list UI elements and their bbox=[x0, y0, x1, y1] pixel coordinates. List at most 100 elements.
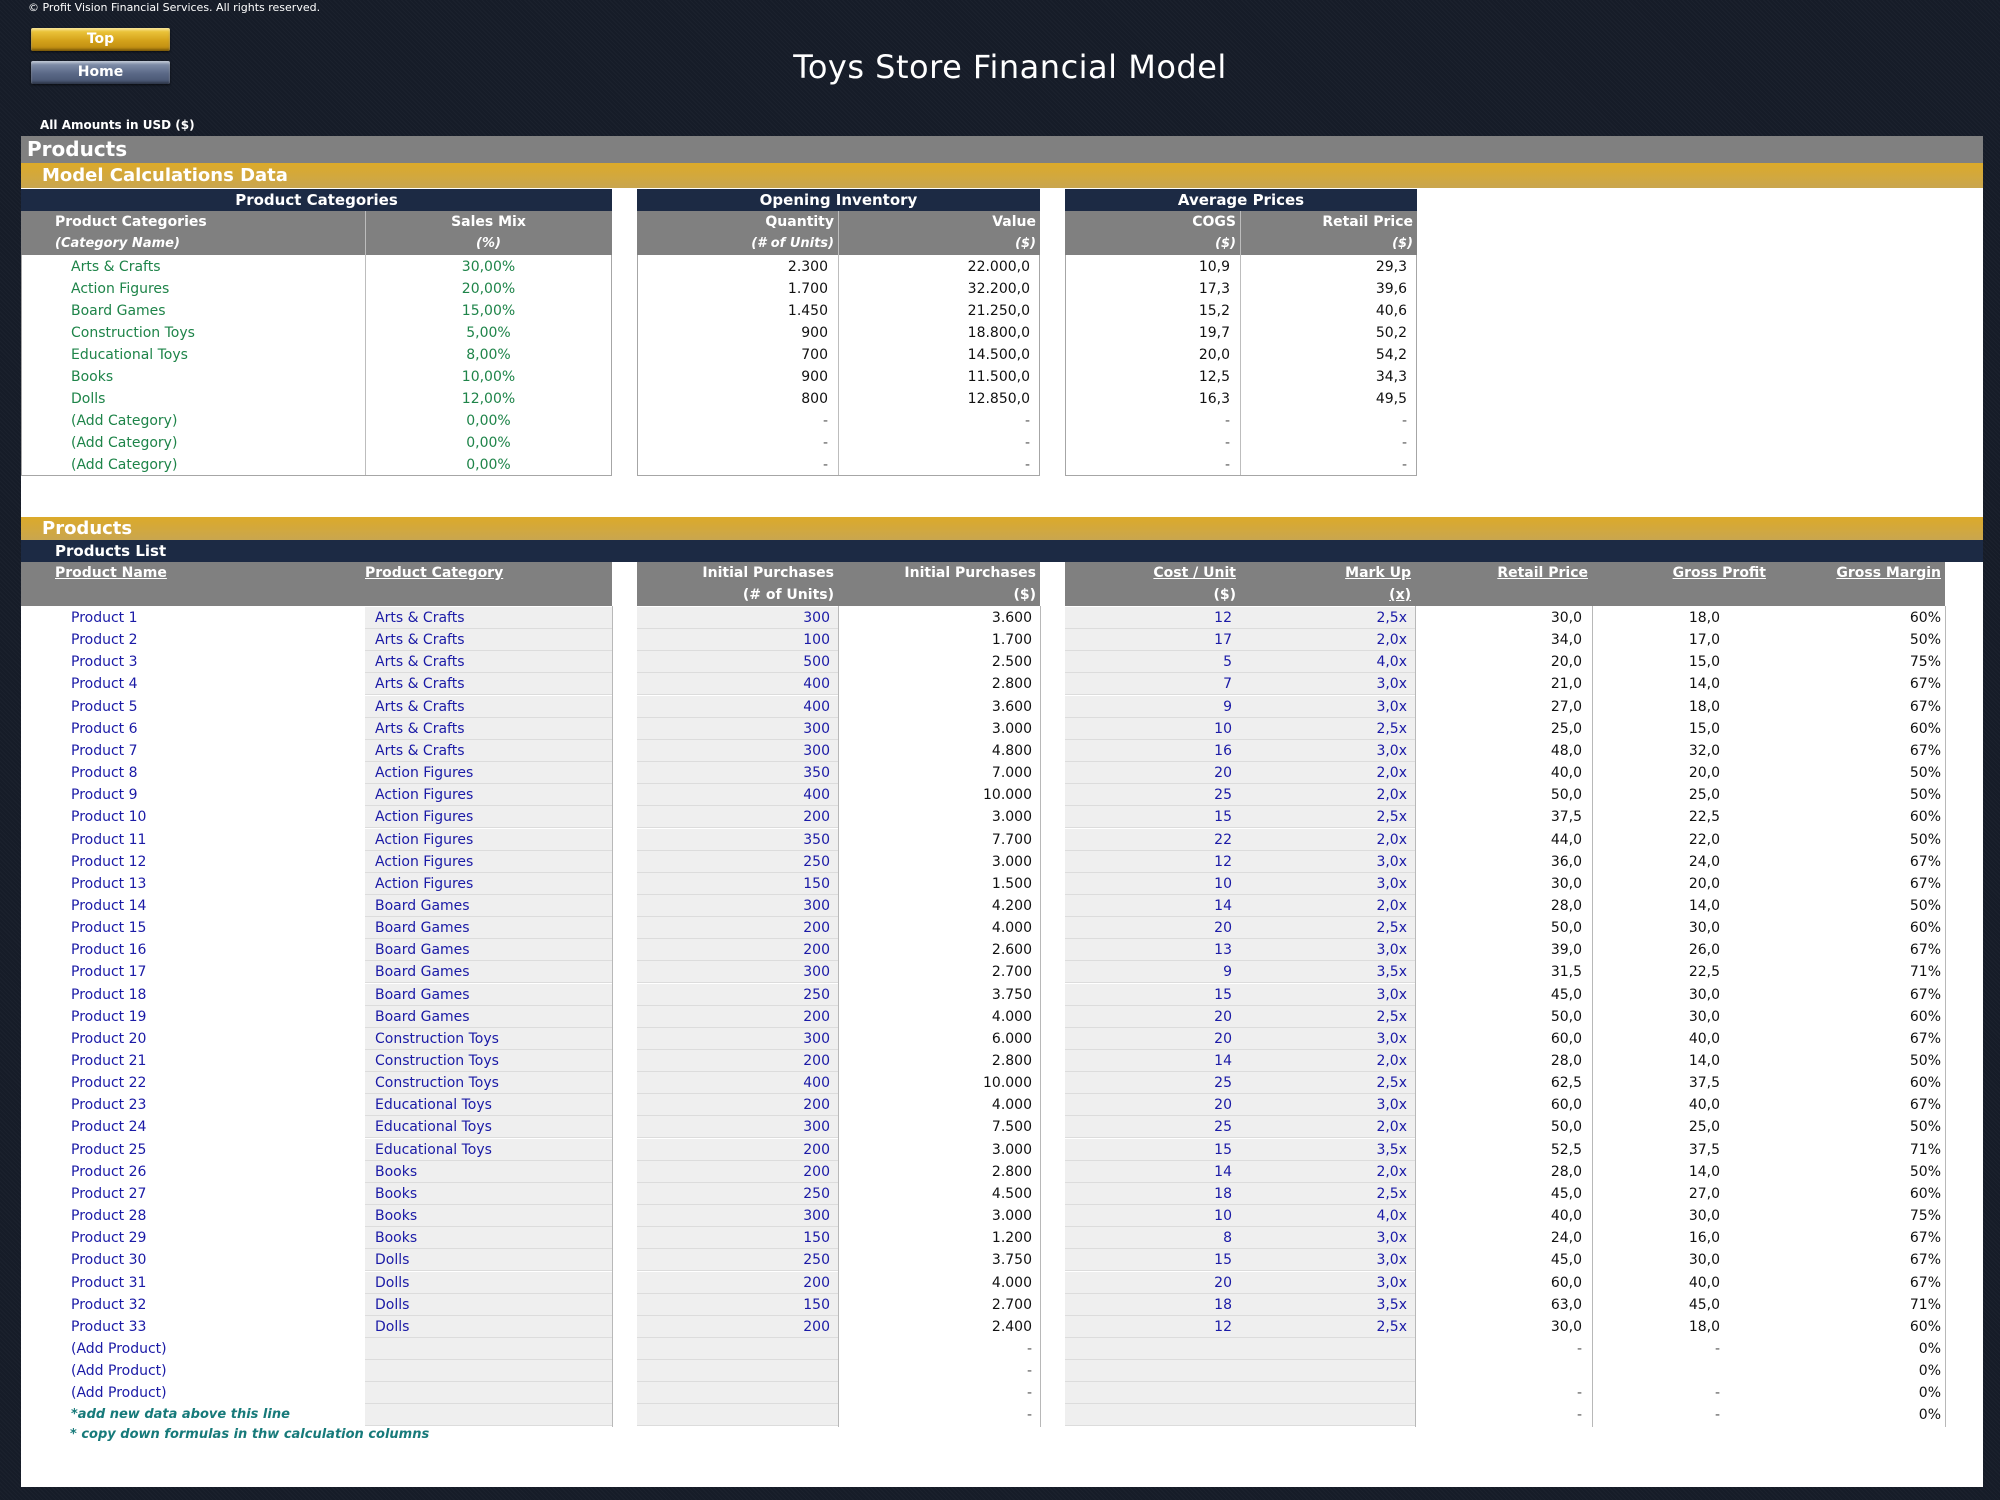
product-category-cell[interactable]: Board Games bbox=[365, 939, 612, 962]
initial-value-header[interactable]: Initial Purchases bbox=[838, 562, 1040, 584]
initial-units-cell[interactable]: 300 bbox=[637, 1116, 838, 1139]
opening-inventory-value-cell[interactable]: 11.500,0 bbox=[838, 366, 1040, 388]
average-prices-cogs-cell[interactable]: - bbox=[1065, 432, 1240, 454]
categories-name-cell[interactable]: (Add Category) bbox=[21, 432, 365, 454]
cost-per-unit-cell[interactable]: 20 bbox=[1065, 1027, 1240, 1050]
product-category-cell[interactable]: Books bbox=[365, 1182, 612, 1205]
initial-units-cell[interactable]: 200 bbox=[637, 1094, 838, 1117]
cost-per-unit-cell[interactable]: 16 bbox=[1065, 739, 1240, 762]
markup-cell[interactable]: 2,0x bbox=[1240, 828, 1415, 851]
categories-name-cell[interactable]: Action Figures bbox=[21, 278, 365, 300]
cost-per-unit-cell[interactable]: 20 bbox=[1065, 1271, 1240, 1294]
top-button[interactable]: Top bbox=[31, 28, 170, 51]
average-prices-cogs-cell[interactable]: 19,7 bbox=[1065, 322, 1240, 344]
product-name-cell[interactable]: (Add Product) bbox=[21, 1360, 365, 1382]
product-category-cell[interactable]: Action Figures bbox=[365, 872, 612, 895]
product-category-cell[interactable]: Books bbox=[365, 1160, 612, 1183]
average-prices-retail-cell[interactable]: 39,6 bbox=[1240, 278, 1417, 300]
product-name-cell[interactable]: Product 21 bbox=[21, 1050, 365, 1072]
product-name-cell[interactable]: Product 5 bbox=[21, 696, 365, 718]
product-category-cell[interactable]: Arts & Crafts bbox=[365, 695, 612, 718]
product-name-cell[interactable]: Product 33 bbox=[21, 1316, 365, 1338]
initial-units-cell[interactable]: 200 bbox=[637, 939, 838, 962]
cost-per-unit-cell[interactable]: 25 bbox=[1065, 1116, 1240, 1139]
initial-units-cell[interactable]: 300 bbox=[637, 717, 838, 740]
product-name-cell[interactable]: Product 4 bbox=[21, 673, 365, 695]
product-category-cell[interactable]: Books bbox=[365, 1227, 612, 1250]
markup-cell[interactable]: 3,0x bbox=[1240, 1249, 1415, 1272]
markup-cell[interactable]: 2,0x bbox=[1240, 629, 1415, 652]
initial-units-cell[interactable]: 200 bbox=[637, 917, 838, 940]
initial-units-cell[interactable] bbox=[637, 1337, 838, 1360]
average-prices-retail-cell[interactable]: - bbox=[1240, 432, 1417, 454]
cost-per-unit-cell[interactable]: 20 bbox=[1065, 1005, 1240, 1028]
average-prices-retail-cell[interactable]: 54,2 bbox=[1240, 344, 1417, 366]
cost-per-unit-cell[interactable]: 18 bbox=[1065, 1293, 1240, 1316]
product-name-cell[interactable]: Product 8 bbox=[21, 762, 365, 784]
cost-per-unit-cell[interactable]: 9 bbox=[1065, 961, 1240, 984]
cost-per-unit-cell[interactable]: 14 bbox=[1065, 1050, 1240, 1072]
initial-units-cell[interactable]: 200 bbox=[637, 1050, 838, 1072]
product-category-cell[interactable]: Board Games bbox=[365, 917, 612, 940]
opening-inventory-qty-cell[interactable]: 700 bbox=[637, 344, 838, 366]
retail-price-header[interactable]: Retail Price bbox=[1415, 562, 1592, 584]
markup-cell[interactable]: 2,5x bbox=[1240, 607, 1415, 629]
cost-per-unit-cell[interactable]: 20 bbox=[1065, 762, 1240, 785]
categories-mix-cell[interactable]: 15,00% bbox=[365, 300, 612, 322]
product-category-cell[interactable]: Arts & Crafts bbox=[365, 739, 612, 762]
cost-per-unit-cell[interactable]: 10 bbox=[1065, 1205, 1240, 1228]
product-category-cell[interactable] bbox=[365, 1382, 612, 1405]
markup-cell[interactable] bbox=[1240, 1337, 1415, 1360]
product-name-cell[interactable]: Product 14 bbox=[21, 895, 365, 917]
markup-cell[interactable]: 2,5x bbox=[1240, 917, 1415, 940]
opening-inventory-qty-cell[interactable]: - bbox=[637, 410, 838, 432]
categories-name-cell[interactable]: Construction Toys bbox=[21, 322, 365, 344]
markup-cell[interactable]: 2,0x bbox=[1240, 784, 1415, 807]
opening-inventory-qty-cell[interactable]: 900 bbox=[637, 322, 838, 344]
product-name-cell[interactable]: Product 27 bbox=[21, 1183, 365, 1205]
opening-inventory-qty-cell[interactable]: 1.450 bbox=[637, 300, 838, 322]
initial-units-cell[interactable]: 150 bbox=[637, 1227, 838, 1250]
opening-inventory-qty-cell[interactable]: 1.700 bbox=[637, 278, 838, 300]
initial-units-cell[interactable]: 500 bbox=[637, 651, 838, 674]
product-category-cell[interactable]: Construction Toys bbox=[365, 1027, 612, 1050]
markup-cell[interactable]: 2,0x bbox=[1240, 1050, 1415, 1072]
average-prices-cogs-cell[interactable]: 16,3 bbox=[1065, 388, 1240, 410]
initial-units-cell[interactable]: 250 bbox=[637, 1182, 838, 1205]
product-name-cell[interactable]: Product 29 bbox=[21, 1227, 365, 1249]
cost-per-unit-cell[interactable] bbox=[1065, 1360, 1240, 1383]
initial-units-cell[interactable]: 300 bbox=[637, 1027, 838, 1050]
initial-units-cell[interactable]: 200 bbox=[637, 1005, 838, 1028]
product-category-cell[interactable]: Arts & Crafts bbox=[365, 629, 612, 652]
markup-cell[interactable]: 3,0x bbox=[1240, 850, 1415, 873]
cost-per-unit-cell[interactable]: 10 bbox=[1065, 717, 1240, 740]
cost-per-unit-cell[interactable]: 7 bbox=[1065, 673, 1240, 696]
product-name-cell[interactable]: Product 15 bbox=[21, 917, 365, 939]
product-category-cell[interactable] bbox=[365, 1360, 612, 1383]
opening-inventory-value-cell[interactable]: 18.800,0 bbox=[838, 322, 1040, 344]
markup-cell[interactable]: 3,0x bbox=[1240, 673, 1415, 696]
categories-name-cell[interactable]: (Add Category) bbox=[21, 454, 365, 476]
product-name-header[interactable]: Product Name bbox=[21, 562, 365, 584]
product-name-cell[interactable]: Product 12 bbox=[21, 851, 365, 873]
opening-inventory-value-cell[interactable]: 14.500,0 bbox=[838, 344, 1040, 366]
initial-units-cell[interactable]: 400 bbox=[637, 784, 838, 807]
categories-name-cell[interactable]: Educational Toys bbox=[21, 344, 365, 366]
markup-cell[interactable]: 2,5x bbox=[1240, 1315, 1415, 1338]
product-name-cell[interactable]: Product 31 bbox=[21, 1272, 365, 1294]
product-name-cell[interactable]: Product 19 bbox=[21, 1006, 365, 1028]
markup-cell[interactable]: 2,5x bbox=[1240, 1182, 1415, 1205]
average-prices-cogs-cell[interactable]: - bbox=[1065, 454, 1240, 476]
cost-per-unit-cell[interactable]: 12 bbox=[1065, 607, 1240, 629]
cost-per-unit-cell[interactable]: 14 bbox=[1065, 894, 1240, 917]
markup-cell[interactable]: 3,0x bbox=[1240, 1227, 1415, 1250]
average-prices-retail-cell[interactable]: 40,6 bbox=[1240, 300, 1417, 322]
cost-per-unit-cell[interactable]: 12 bbox=[1065, 1315, 1240, 1338]
cost-per-unit-cell[interactable]: 15 bbox=[1065, 1249, 1240, 1272]
average-prices-retail-cell[interactable]: - bbox=[1240, 454, 1417, 476]
product-category-cell[interactable]: Construction Toys bbox=[365, 1072, 612, 1095]
cost-per-unit-cell[interactable]: 9 bbox=[1065, 695, 1240, 718]
gross-margin-header[interactable]: Gross Margin bbox=[1770, 562, 1945, 584]
product-name-cell[interactable]: Product 25 bbox=[21, 1139, 365, 1161]
markup-cell[interactable]: 2,0x bbox=[1240, 762, 1415, 785]
